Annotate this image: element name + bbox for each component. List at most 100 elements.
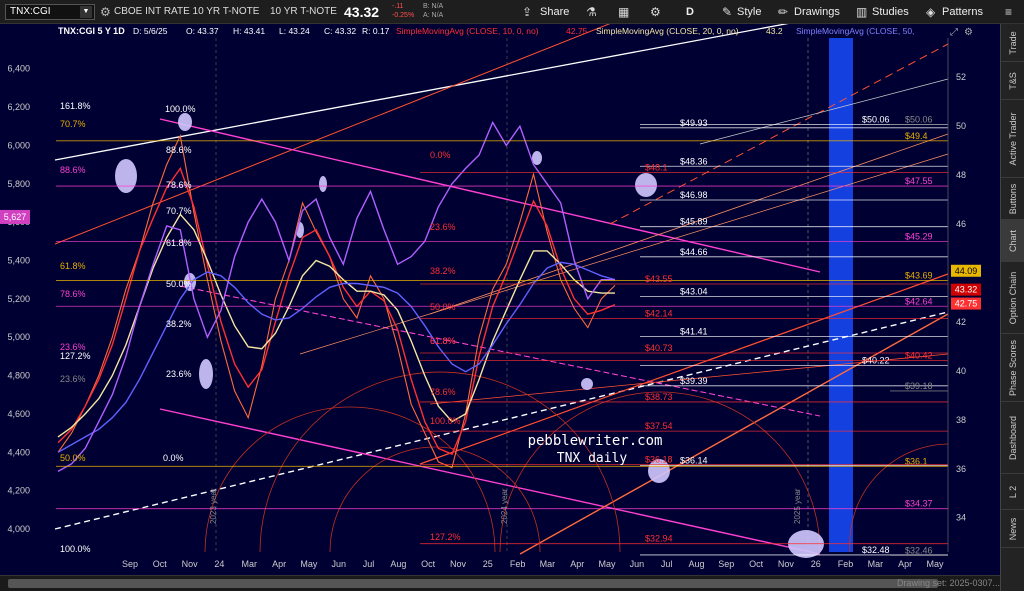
side-tab-news[interactable]: News	[1001, 510, 1024, 548]
left-axis-marker: 5,627	[4, 212, 27, 222]
x-axis-tick: May	[926, 559, 944, 569]
share-button[interactable]: Share	[540, 0, 569, 24]
pivot-marker	[635, 173, 657, 197]
x-axis-tick: Sep	[122, 559, 138, 569]
side-tab-phase-scores[interactable]: Phase Scores	[1001, 334, 1024, 402]
fib-label: 88.6%	[60, 165, 86, 175]
studies-button[interactable]: Studies	[872, 0, 909, 24]
header-sma10: SimpleMovingAvg (CLOSE, 10, 0, no)	[396, 26, 539, 36]
x-axis-tick: Oct	[421, 559, 436, 569]
header-date: D: 5/6/25	[133, 26, 168, 36]
fib-label: 50.0%	[430, 302, 456, 312]
x-axis-tick: Oct	[749, 559, 764, 569]
level-label: $45.29	[905, 231, 933, 241]
patterns-icon[interactable]: ◈	[926, 0, 935, 24]
header-close: C: 43.32	[324, 26, 356, 36]
flask-icon[interactable]: ⚗	[586, 0, 597, 24]
left-axis-tick: 4,400	[7, 447, 30, 457]
x-axis-tick: 26	[811, 559, 821, 569]
drawings-button[interactable]: Drawings	[794, 0, 840, 24]
x-axis-tick: Mar	[868, 559, 884, 569]
level-label: $43.55	[645, 274, 673, 284]
side-panel: Trade T&S Active Trader Buttons Chart Option …	[1000, 24, 1024, 591]
side-tab-trade[interactable]: Trade	[1001, 24, 1024, 62]
side-tab-t-s[interactable]: T&S	[1001, 62, 1024, 100]
fib-label: 78.6%	[166, 180, 192, 190]
side-tab-option-chain[interactable]: Option Chain	[1001, 262, 1024, 334]
side-tab-label: Buttons	[1007, 183, 1018, 214]
price-badge: 44.09	[955, 266, 978, 276]
price-badge: 42.75	[955, 299, 978, 309]
right-axis-tick: 46	[956, 219, 966, 229]
fib-label: 61.8%	[430, 336, 456, 346]
side-tab-l-2[interactable]: L 2	[1001, 474, 1024, 510]
x-axis-tick: Mar	[540, 559, 556, 569]
chevron-down-icon[interactable]: ▼	[80, 6, 92, 18]
fib-label: 38.2%	[430, 266, 456, 276]
left-axis-tick: 4,600	[7, 409, 30, 419]
fib-label: 127.2%	[60, 351, 91, 361]
fib-label: 100.0%	[430, 416, 461, 426]
share-icon[interactable]: ⇪	[522, 0, 532, 24]
gear-icon[interactable]: ⚙	[650, 0, 661, 24]
side-tab-dashboard[interactable]: Dashboard	[1001, 402, 1024, 474]
left-axis-tick: 5,400	[7, 255, 30, 265]
level-label: $48.36	[680, 156, 708, 166]
x-axis-tick: May	[300, 559, 318, 569]
settings-icon[interactable]: ⚙	[964, 27, 973, 38]
level-label: $47.55	[905, 176, 933, 186]
fib-label: 23.6%	[60, 374, 86, 384]
side-tab-chart[interactable]: Chart	[1001, 220, 1024, 262]
fib-label: 161.8%	[60, 101, 91, 111]
side-tab-active-trader[interactable]: Active Trader	[1001, 100, 1024, 178]
header-open: O: 43.37	[186, 26, 219, 36]
chart-icon[interactable]: ▥	[856, 0, 867, 24]
header-sma10-value: 42.75	[566, 26, 588, 36]
gear-icon[interactable]: ⚙	[100, 0, 111, 24]
side-tab-buttons[interactable]: Buttons	[1001, 178, 1024, 220]
header-sma20-value: 43.2	[766, 26, 783, 36]
right-axis-tick: 50	[956, 121, 966, 131]
expand-icon[interactable]: ⤢	[950, 27, 958, 38]
x-axis-tick: 25	[483, 559, 493, 569]
level-label: $32.48	[862, 545, 890, 555]
level-label: $32.46	[905, 545, 933, 555]
price-chart[interactable]: $49.93 $48.36 $46.98 $45.89 $44.66 $43.04 $41.…	[0, 24, 1000, 575]
drawings-icon[interactable]: ✏	[778, 0, 788, 24]
symbol-text: TNX:CGI	[10, 6, 51, 17]
right-axis-tick: 52	[956, 72, 966, 82]
level-label: $42.14	[645, 308, 673, 318]
x-axis-tick: Mar	[242, 559, 258, 569]
level-label: $46.98	[680, 190, 708, 200]
horizontal-scrollbar[interactable]: Drawing set: 2025-0307...	[0, 575, 1000, 591]
level-label: $32.94	[645, 534, 673, 544]
x-axis-tick: Apr	[570, 559, 584, 569]
scroll-thumb[interactable]	[8, 579, 938, 588]
last-price: 43.32	[344, 4, 380, 20]
symbol-description: CBOE INT RATE 10 YR T-NOTE	[114, 6, 260, 17]
level-label: $38.73	[645, 392, 673, 402]
toolbar: TNX:CGI ▼ ⚙ CBOE INT RATE 10 YR T-NOTE 1…	[0, 0, 1024, 24]
level-label: $40.73	[645, 343, 673, 353]
right-axis-tick: 42	[956, 317, 966, 327]
left-axis-tick: 6,000	[7, 140, 30, 150]
left-axis-tick: 5,800	[7, 179, 30, 189]
header-sma50: SimpleMovingAvg (CLOSE, 50,	[796, 26, 914, 36]
symbol-input[interactable]: TNX:CGI ▼	[5, 4, 95, 20]
patterns-button[interactable]: Patterns	[942, 0, 983, 24]
x-axis-tick: Aug	[688, 559, 704, 569]
menu-icon[interactable]: ≡	[1005, 0, 1012, 24]
right-axis-tick: 48	[956, 170, 966, 180]
side-tab-label: Trade	[1007, 30, 1018, 55]
left-axis-tick: 4,800	[7, 371, 30, 381]
left-axis-tick: 5,200	[7, 294, 30, 304]
level-label: $45.89	[680, 217, 708, 227]
side-tab-label: Option Chain	[1007, 271, 1018, 324]
pencil-icon[interactable]: ✎	[722, 0, 732, 24]
style-button[interactable]: Style	[737, 0, 761, 24]
level-label: $36.1	[905, 456, 928, 466]
grid-icon[interactable]: ▦	[618, 0, 629, 24]
year-marker: 2024 year	[500, 488, 509, 524]
period-button[interactable]: D	[686, 0, 694, 24]
side-tab-label: Chart	[1007, 229, 1018, 252]
